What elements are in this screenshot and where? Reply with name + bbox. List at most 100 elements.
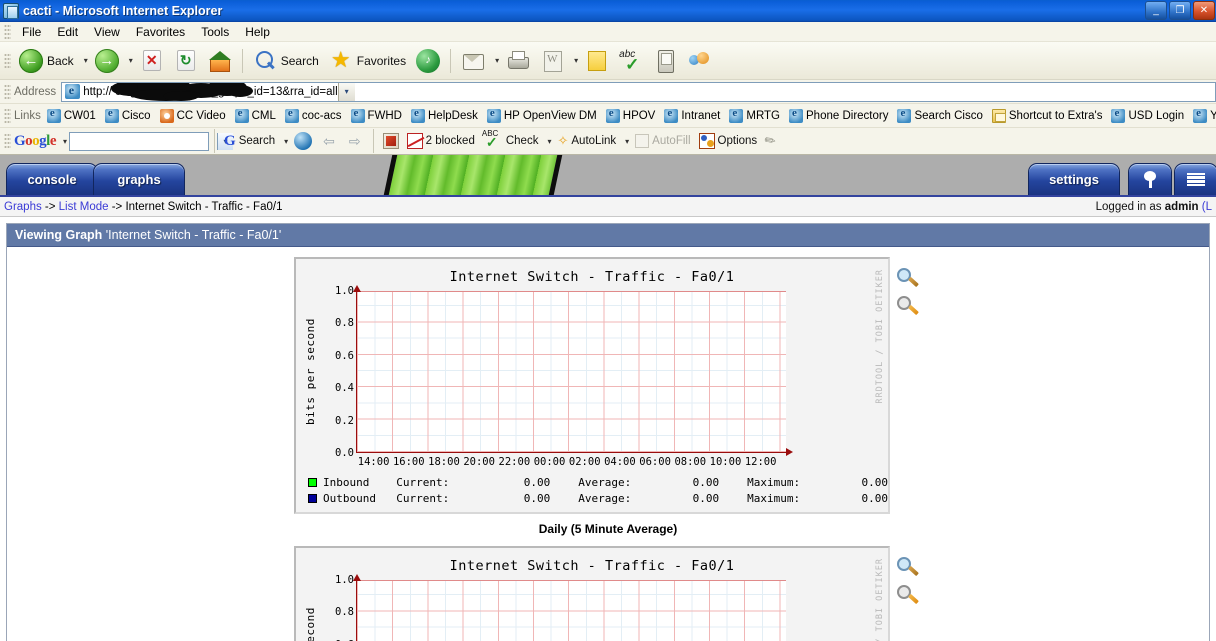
link-cc-video[interactable]: CC Video: [159, 108, 226, 123]
google-pencil-button[interactable]: ✎: [761, 130, 780, 152]
pda-sync-button[interactable]: [648, 45, 682, 77]
link-usd-login[interactable]: USD Login: [1111, 107, 1184, 123]
link-cml[interactable]: CML: [234, 107, 276, 123]
print-button[interactable]: [501, 45, 535, 77]
favorites-button[interactable]: ★ Favorites: [324, 45, 411, 77]
link-shortcut-to-extras[interactable]: Shortcut to Extra's: [991, 108, 1103, 123]
link-label: Intranet: [681, 109, 721, 122]
pagerank-button[interactable]: [290, 130, 316, 152]
back-dropdown-icon[interactable]: ▾: [84, 56, 88, 65]
menu-view[interactable]: View: [86, 23, 128, 41]
maximize-button[interactable]: ❐: [1169, 1, 1191, 20]
tab-list-view[interactable]: [1174, 163, 1216, 195]
refresh-button[interactable]: ↻: [169, 45, 203, 77]
menu-favorites[interactable]: Favorites: [128, 23, 193, 41]
forward-dropdown-icon[interactable]: ▾: [129, 56, 133, 65]
y-axis-label: bits per second: [304, 318, 317, 426]
tab-graphs[interactable]: graphs: [93, 163, 185, 195]
link-cisco[interactable]: Cisco: [104, 107, 151, 123]
mail-icon: [461, 49, 485, 73]
tab-settings[interactable]: settings: [1028, 163, 1120, 195]
address-gripper[interactable]: [4, 83, 11, 100]
logout-link[interactable]: (L: [1199, 201, 1212, 213]
toolbar-gripper[interactable]: [4, 52, 11, 69]
notes-button[interactable]: [580, 45, 614, 77]
chart-top-border: [357, 580, 786, 581]
menu-file[interactable]: File: [14, 23, 49, 41]
link-ys[interactable]: YS: [1193, 107, 1216, 123]
autolink-label: AutoLink: [571, 135, 617, 147]
mail-dropdown-icon[interactable]: ▾: [495, 56, 499, 65]
tab-console[interactable]: console: [6, 163, 98, 195]
viewing-graph-panel: Viewing Graph 'Internet Switch - Traffic…: [6, 223, 1210, 641]
edit-button[interactable]: [535, 45, 569, 77]
breadcrumb-graphs-link[interactable]: Graphs: [4, 201, 42, 213]
breadcrumb-bar: Graphs -> List Mode -> Internet Switch -…: [0, 195, 1216, 217]
google-toolbar-gripper[interactable]: [4, 133, 11, 149]
links-gripper[interactable]: [4, 107, 11, 124]
y-tick: 1.0: [335, 574, 354, 586]
link-label: Phone Directory: [806, 109, 889, 122]
autolink-dropdown-icon[interactable]: ▾: [625, 137, 629, 146]
breadcrumb-list-mode-link[interactable]: List Mode: [59, 201, 109, 213]
link-label: Shortcut to Extra's: [1008, 109, 1103, 122]
close-button[interactable]: ✕: [1193, 1, 1215, 20]
media-button[interactable]: ♪: [411, 45, 445, 77]
autofill-button[interactable]: AutoFill: [631, 130, 694, 152]
link-helpdesk[interactable]: HelpDesk: [411, 107, 478, 123]
link-hp-openview-dm[interactable]: HP OpenView DM: [486, 107, 597, 123]
google-highlight-button[interactable]: [379, 130, 403, 152]
window-controls[interactable]: _ ❐ ✕: [1145, 1, 1215, 20]
google-search-button[interactable]: G Search: [220, 130, 279, 152]
zoom-out-icon[interactable]: [896, 584, 922, 610]
spellcheck-icon: [482, 129, 503, 151]
menu-tools[interactable]: Tools: [193, 23, 237, 41]
google-search-menu-icon[interactable]: ▾: [284, 137, 288, 146]
link-phone-directory[interactable]: Phone Directory: [789, 107, 889, 123]
search-button[interactable]: Search: [248, 45, 324, 77]
spellcheck-dropdown-icon[interactable]: ▾: [547, 137, 551, 146]
legend-maximum-label: Maximum:: [747, 492, 801, 505]
spellcheck-button[interactable]: [614, 45, 648, 77]
home-button[interactable]: [203, 45, 237, 77]
forward-button[interactable]: →: [90, 45, 124, 77]
rrd-graph-weekly: Internet Switch - Traffic - Fa0/1 bits p…: [294, 546, 890, 641]
address-dropdown-icon[interactable]: ▾: [337, 82, 355, 101]
link-intranet[interactable]: Intranet: [664, 107, 721, 123]
messenger-button[interactable]: [682, 45, 716, 77]
google-logo: Google: [14, 132, 57, 149]
google-toolbar: Google ▾ ▾ G Search ▾ ⇦ ⇨ 2 blocked Chec…: [0, 128, 1216, 155]
zoom-out-icon[interactable]: [896, 295, 922, 321]
legend-current-label: Current:: [396, 492, 450, 505]
google-search-box[interactable]: ▾: [69, 131, 234, 151]
google-back-button[interactable]: ⇦: [316, 130, 342, 152]
zoom-in-icon[interactable]: [896, 267, 922, 293]
spellcheck-button[interactable]: Check: [479, 129, 543, 152]
back-button[interactable]: ← Back: [14, 45, 79, 77]
popup-blocker-button[interactable]: 2 blocked: [403, 130, 479, 152]
link-mrtg[interactable]: MRTG: [729, 107, 780, 123]
menu-help[interactable]: Help: [237, 23, 278, 41]
google-logo-dropdown-icon[interactable]: ▾: [63, 137, 67, 146]
menu-edit[interactable]: Edit: [49, 23, 86, 41]
link-cw01[interactable]: CW01: [46, 107, 96, 123]
tab-tree-view[interactable]: [1128, 163, 1172, 195]
stop-icon: ✕: [142, 50, 161, 71]
google-search-input[interactable]: [70, 134, 218, 148]
mail-button[interactable]: [456, 45, 490, 77]
home-icon: [208, 49, 232, 73]
link-search-cisco[interactable]: Search Cisco: [897, 107, 983, 123]
ie-page-icon: [284, 107, 299, 123]
stop-button[interactable]: ✕: [135, 45, 169, 77]
options-button[interactable]: Options: [695, 130, 762, 152]
edit-dropdown-icon[interactable]: ▾: [574, 56, 578, 65]
zoom-in-icon[interactable]: [896, 556, 922, 582]
link-coc-acs[interactable]: coc-acs: [284, 107, 342, 123]
link-hpov[interactable]: HPOV: [605, 107, 655, 123]
autolink-button[interactable]: ✧ AutoLink: [553, 130, 620, 152]
minimize-button[interactable]: _: [1145, 1, 1167, 20]
menubar-gripper[interactable]: [4, 23, 11, 40]
address-input[interactable]: http:// cti/graph.php?local_graph_id=13&…: [61, 81, 1216, 102]
google-forward-button[interactable]: ⇨: [342, 130, 368, 152]
link-fwhd[interactable]: FWHD: [350, 107, 402, 123]
